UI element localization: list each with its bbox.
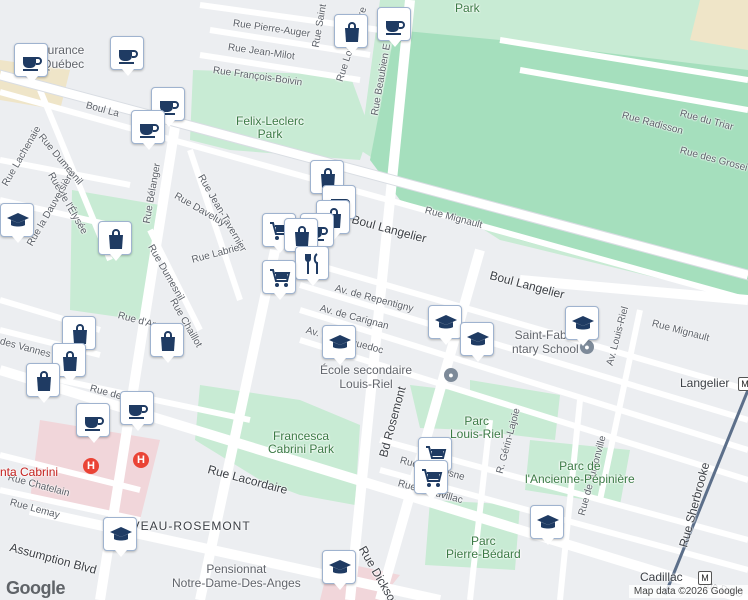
park-label: Parc de l'Ancienne-Pépinière bbox=[525, 459, 635, 486]
school-marker[interactable] bbox=[565, 306, 599, 346]
school-marker[interactable] bbox=[322, 550, 356, 590]
school-icon bbox=[329, 560, 351, 574]
shop-icon bbox=[345, 22, 359, 42]
school-label: École secondaire Louis-Riel bbox=[320, 363, 413, 391]
school-marker[interactable] bbox=[0, 203, 34, 243]
school-icon bbox=[467, 332, 489, 346]
coffee-marker[interactable] bbox=[14, 43, 48, 83]
map-canvas[interactable]: Rue Pierre-Auger Rue Jean-Milot Rue Franço… bbox=[0, 0, 748, 600]
school-icon bbox=[329, 335, 351, 349]
park-label: Parc Pierre-Bédard bbox=[446, 534, 521, 561]
park-label: Parc Louis-Riel bbox=[450, 414, 504, 441]
shop-marker[interactable] bbox=[98, 221, 132, 261]
metro-icon[interactable]: M bbox=[738, 377, 748, 391]
school-poi-icon[interactable]: ● bbox=[444, 368, 458, 382]
park-label: Park bbox=[455, 1, 480, 15]
school-marker[interactable] bbox=[103, 517, 137, 557]
shop-marker[interactable] bbox=[334, 14, 368, 54]
park-label: Felix-Leclerc Park bbox=[236, 114, 305, 141]
google-logo: Google bbox=[6, 578, 66, 598]
coffee-marker[interactable] bbox=[131, 110, 165, 150]
hospital-icon[interactable]: H bbox=[83, 458, 99, 474]
shop-icon bbox=[63, 351, 77, 371]
school-marker[interactable] bbox=[322, 325, 356, 365]
hospital-icon[interactable]: H bbox=[133, 452, 149, 468]
school-marker[interactable] bbox=[460, 322, 494, 362]
coffee-icon bbox=[129, 405, 148, 419]
cart-icon bbox=[270, 269, 291, 287]
coffee-icon bbox=[85, 417, 104, 431]
park-label: Francesca Cabrini Park bbox=[268, 429, 335, 456]
school-marker[interactable] bbox=[530, 505, 564, 545]
map-attribution[interactable]: Map data ©2026 Google bbox=[628, 585, 748, 598]
coffee-marker[interactable] bbox=[110, 36, 144, 76]
restaurant-marker[interactable] bbox=[295, 246, 329, 286]
shop-marker[interactable] bbox=[150, 323, 184, 363]
coffee-icon bbox=[23, 57, 42, 71]
coffee-icon bbox=[386, 21, 405, 35]
coffee-icon bbox=[119, 50, 138, 64]
school-icon bbox=[572, 316, 594, 330]
coffee-marker[interactable] bbox=[377, 7, 411, 47]
school-label: Pensionnat Notre-Dame-Des-Anges bbox=[172, 562, 301, 590]
shop-marker[interactable] bbox=[26, 363, 60, 403]
shop-icon bbox=[161, 331, 175, 351]
shop-icon bbox=[295, 226, 309, 246]
shop-icon bbox=[37, 371, 51, 391]
metro-station-label: Cadillac bbox=[640, 570, 683, 584]
school-icon bbox=[435, 315, 457, 329]
school-icon bbox=[110, 527, 132, 541]
coffee-icon bbox=[140, 124, 159, 138]
metro-station-label: Langelier bbox=[680, 376, 730, 390]
cart-icon bbox=[422, 469, 443, 487]
coffee-marker[interactable] bbox=[76, 403, 110, 443]
cart-marker[interactable] bbox=[414, 460, 448, 500]
shop-icon bbox=[109, 229, 123, 249]
cart-marker[interactable] bbox=[262, 260, 296, 300]
school-marker[interactable] bbox=[428, 305, 462, 345]
hospital-label: nta Cabrini bbox=[0, 465, 59, 479]
school-icon bbox=[7, 213, 29, 227]
restaurant-icon bbox=[305, 253, 318, 274]
coffee-marker[interactable] bbox=[120, 391, 154, 431]
metro-icon[interactable]: M bbox=[698, 571, 712, 585]
school-icon bbox=[537, 515, 559, 529]
